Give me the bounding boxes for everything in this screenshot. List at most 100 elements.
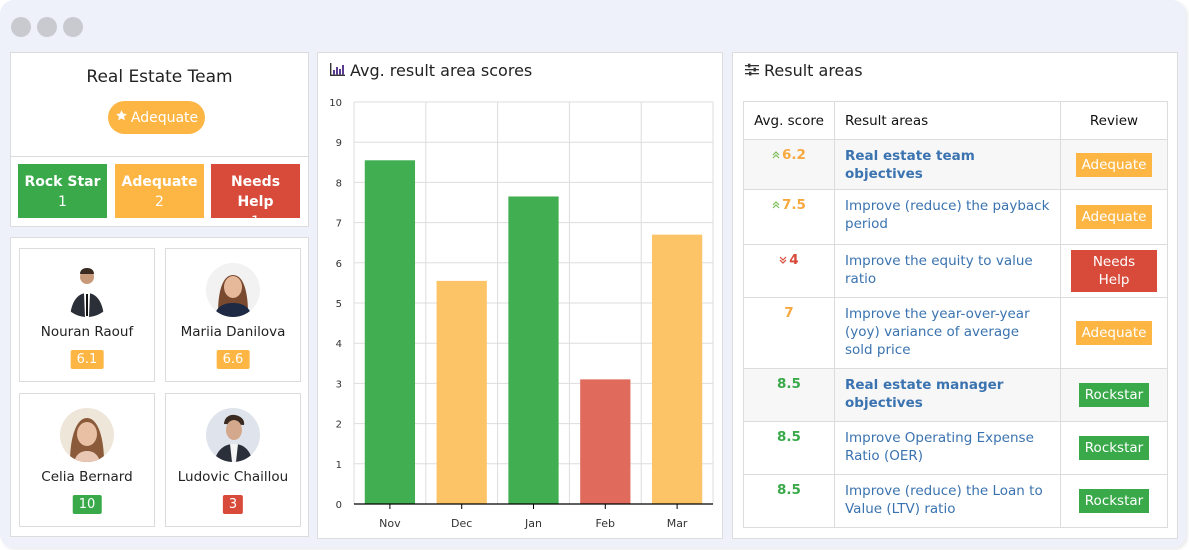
result-area-link[interactable]: Improve the equity to value ratio bbox=[834, 244, 1061, 298]
avg-score-cell: 7 bbox=[743, 297, 835, 369]
avatar bbox=[60, 263, 114, 317]
x-tick-label: Mar bbox=[667, 517, 688, 530]
member-card[interactable]: Mariia Danilova 6.6 bbox=[165, 248, 301, 382]
review-cell: Rockstar bbox=[1060, 368, 1168, 422]
column-header-review[interactable]: Review bbox=[1060, 101, 1168, 140]
y-tick-label: 7 bbox=[336, 219, 342, 230]
table-group-row[interactable]: 8.5 Real estate manager objectives Rocksta… bbox=[743, 368, 1168, 422]
avatar bbox=[60, 408, 114, 462]
review-badge[interactable]: Rockstar bbox=[1078, 383, 1150, 407]
team-title: Real Estate Team bbox=[86, 67, 233, 87]
x-tick-label: Dec bbox=[451, 517, 472, 530]
trend-down-icon bbox=[779, 256, 787, 264]
member-name: Mariia Danilova bbox=[180, 324, 286, 340]
member-card[interactable]: Nouran Raouf 6.1 bbox=[19, 248, 155, 382]
avg-score-cell: 8.5 bbox=[743, 368, 835, 422]
review-badge[interactable]: Adequate bbox=[1075, 205, 1153, 229]
table-group-row[interactable]: 6.2 Real estate team objectives Adequate bbox=[743, 139, 1168, 190]
avg-score-value: 8.5 bbox=[777, 376, 801, 392]
result-area-link[interactable]: Improve (reduce) the Loan to Value (LTV)… bbox=[834, 474, 1061, 528]
window-maximize-button[interactable] bbox=[63, 17, 83, 37]
stat-label: Adequate bbox=[121, 174, 198, 190]
window-controls bbox=[11, 17, 83, 37]
y-tick-label: 3 bbox=[336, 379, 342, 390]
trend-up-icon bbox=[772, 201, 780, 209]
result-areas-title-text: Result areas bbox=[764, 61, 863, 80]
stat-label: Rock Star bbox=[24, 174, 101, 190]
review-badge[interactable]: Rockstar bbox=[1078, 436, 1150, 460]
avatar bbox=[206, 408, 260, 462]
team-members-panel: Nouran Raouf 6.1 Mariia Danilova 6.6 Cel… bbox=[10, 237, 309, 537]
table-header-row: Avg. score Result areas Review bbox=[743, 101, 1168, 140]
column-header-avg-score[interactable]: Avg. score bbox=[743, 101, 835, 140]
review-cell: Adequate bbox=[1060, 297, 1168, 369]
bar-jan bbox=[508, 196, 559, 504]
y-tick-label: 0 bbox=[336, 500, 342, 511]
y-tick-label: 8 bbox=[336, 178, 342, 189]
member-card[interactable]: Celia Bernard 10 bbox=[19, 393, 155, 527]
window-minimize-button[interactable] bbox=[37, 17, 57, 37]
stat-count: 1 bbox=[251, 214, 260, 230]
app-window: Real Estate Team Adequate Rock Star 1 Ad… bbox=[0, 0, 1186, 548]
table-row[interactable]: 4 Improve the equity to value ratio Needs … bbox=[743, 244, 1168, 298]
y-tick-label: 6 bbox=[336, 259, 342, 270]
review-cell: Rockstar bbox=[1060, 474, 1168, 528]
member-score-badge: 10 bbox=[72, 495, 102, 514]
stat-label: Needs Help bbox=[230, 174, 281, 210]
member-score-badge: 3 bbox=[222, 495, 244, 514]
result-area-link[interactable]: Improve Operating Expense Ratio (OER) bbox=[834, 421, 1061, 475]
review-cell: Adequate bbox=[1060, 139, 1168, 190]
avg-score-cell: 8.5 bbox=[743, 421, 835, 475]
result-area-link[interactable]: Improve (reduce) the payback period bbox=[834, 189, 1061, 245]
review-cell: Rockstar bbox=[1060, 421, 1168, 475]
trend-up-icon bbox=[772, 151, 780, 159]
team-status-label: Adequate bbox=[130, 109, 199, 126]
y-tick-label: 1 bbox=[336, 460, 342, 471]
bar-feb bbox=[580, 379, 631, 504]
y-tick-label: 5 bbox=[336, 299, 342, 310]
member-score-badge: 6.1 bbox=[70, 350, 104, 369]
review-badge[interactable]: Adequate bbox=[1075, 321, 1153, 345]
x-tick-label: Feb bbox=[596, 517, 615, 530]
sliders-icon bbox=[745, 61, 759, 80]
table-row[interactable]: 7 Improve the year-over-year (yoy) varian… bbox=[743, 297, 1168, 369]
stat-needs-help[interactable]: Needs Help 1 bbox=[211, 164, 300, 230]
stat-rock-star[interactable]: Rock Star 1 bbox=[18, 164, 107, 218]
y-tick-label: 9 bbox=[336, 138, 342, 149]
result-area-link[interactable]: Real estate team objectives bbox=[834, 139, 1061, 190]
avatar bbox=[206, 263, 260, 317]
avg-score-cell: 8.5 bbox=[743, 474, 835, 528]
window-close-button[interactable] bbox=[11, 17, 31, 37]
team-summary-panel: Real Estate Team Adequate Rock Star 1 Ad… bbox=[10, 52, 309, 230]
star-icon bbox=[115, 109, 128, 126]
table-row[interactable]: 8.5 Improve (reduce) the Loan to Value (L… bbox=[743, 474, 1168, 528]
column-header-result-areas[interactable]: Result areas bbox=[834, 101, 1061, 140]
avg-score-value: 7 bbox=[784, 305, 794, 321]
result-area-link[interactable]: Improve the year-over-year (yoy) varianc… bbox=[834, 297, 1061, 369]
result-areas-panel: Result areas Avg. score Result areas Rev… bbox=[732, 52, 1178, 539]
review-badge[interactable]: Rockstar bbox=[1078, 489, 1150, 513]
bar-nov bbox=[364, 160, 416, 504]
review-cell: Adequate bbox=[1060, 189, 1168, 245]
avg-score-value: 6.2 bbox=[782, 147, 806, 163]
bar-dec bbox=[436, 280, 487, 504]
team-status-badge: Adequate bbox=[108, 101, 205, 134]
review-cell: Needs Help bbox=[1060, 244, 1168, 298]
bar-chart: 0 1 2 3 4 5 6 7 8 9 10 Nov Dec Jan Feb Mar bbox=[329, 98, 714, 530]
result-area-link[interactable]: Real estate manager objectives bbox=[834, 368, 1061, 422]
avg-score-cell: 6.2 bbox=[743, 139, 835, 190]
review-badge[interactable]: Needs Help bbox=[1071, 250, 1157, 292]
member-name: Nouran Raouf bbox=[40, 324, 134, 340]
member-name: Celia Bernard bbox=[41, 469, 133, 485]
result-areas-title: Result areas bbox=[745, 61, 863, 80]
chart-panel: Avg. result area scores 0 1 2 3 4 5 6 7 8 9 10 Nov D… bbox=[317, 52, 723, 539]
table-row[interactable]: 7.5 Improve (reduce) the payback period Ad… bbox=[743, 189, 1168, 245]
stat-adequate[interactable]: Adequate 2 bbox=[115, 164, 204, 218]
table-row[interactable]: 8.5 Improve Operating Expense Ratio (OER)… bbox=[743, 421, 1168, 475]
avg-score-value: 4 bbox=[789, 252, 799, 268]
bar-mar bbox=[651, 234, 703, 504]
member-card[interactable]: Ludovic Chaillou 3 bbox=[165, 393, 301, 527]
review-badge[interactable]: Adequate bbox=[1075, 152, 1153, 177]
avg-score-cell: 4 bbox=[743, 244, 835, 298]
stat-count: 1 bbox=[58, 194, 67, 210]
